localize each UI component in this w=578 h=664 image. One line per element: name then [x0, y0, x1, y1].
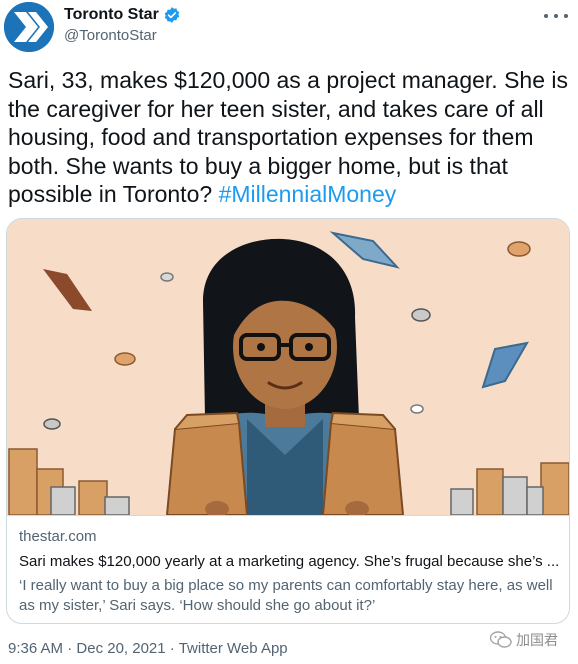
toronto-star-logo-icon	[4, 2, 54, 52]
hashtag-link[interactable]: #MillennialMoney	[219, 181, 397, 207]
author-name[interactable]: Toronto Star	[64, 6, 159, 24]
link-card[interactable]: thestar.com Sari makes $120,000 yearly a…	[6, 218, 570, 624]
footer-separator: ·	[63, 640, 77, 657]
tweet-source-link[interactable]: Twitter Web App	[179, 640, 288, 657]
author-handle[interactable]: @TorontoStar	[64, 27, 157, 44]
wechat-watermark: 加国君	[490, 630, 558, 650]
card-description: ‘I really want to buy a big place so my …	[19, 577, 553, 614]
card-meta[interactable]: thestar.com Sari makes $120,000 yearly a…	[7, 515, 569, 623]
tweet-date: Dec 20, 2021	[76, 640, 166, 657]
author-name-row: Toronto Star	[64, 6, 181, 24]
tweet-header: Toronto Star @TorontoStar	[0, 0, 578, 60]
footer-separator: ·	[165, 640, 179, 657]
tweet-time: 9:36 AM	[8, 640, 64, 657]
wechat-icon	[490, 631, 512, 648]
card-image[interactable]	[7, 219, 569, 515]
tweet-text: Sari, 33, makes $120,000 as a project ma…	[8, 66, 570, 209]
tweet-time-link[interactable]: 9:36 AM · Dec 20, 2021	[8, 640, 166, 657]
watermark-text: 加国君	[516, 632, 558, 648]
illustration-woman-with-paper-bags	[7, 219, 569, 515]
avatar[interactable]	[4, 2, 54, 52]
card-domain: thestar.com	[19, 528, 97, 545]
card-title: Sari makes $120,000 yearly at a marketin…	[19, 553, 559, 570]
tweet-footer: 9:36 AM · Dec 20, 2021 · Twitter Web App	[8, 640, 288, 657]
verified-badge-icon	[164, 7, 180, 23]
more-options-icon[interactable]	[544, 6, 568, 26]
